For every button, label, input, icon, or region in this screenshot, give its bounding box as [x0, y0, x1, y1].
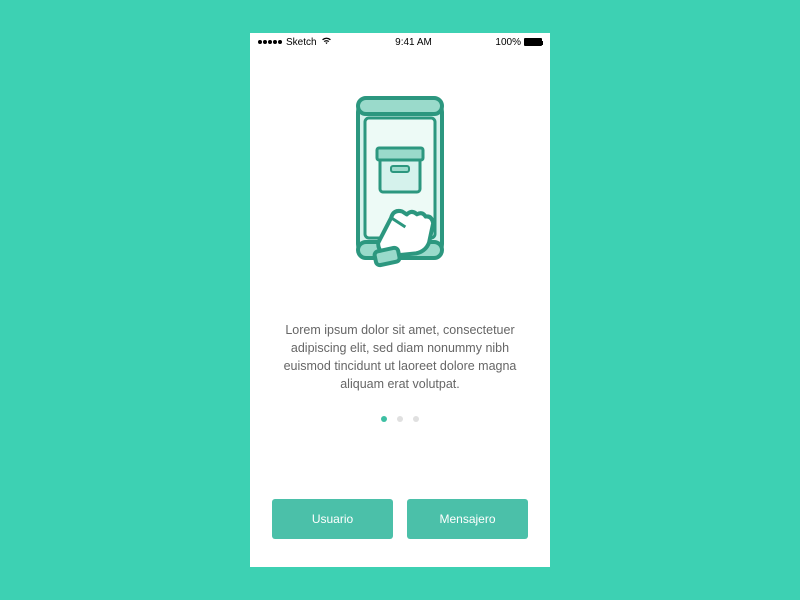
battery-percent: 100% [495, 37, 521, 48]
carrier-label: Sketch [286, 37, 317, 48]
wifi-icon [321, 36, 332, 48]
status-right: 100% [495, 37, 542, 48]
mensajero-button[interactable]: Mensajero [407, 499, 528, 539]
signal-dots-icon [258, 40, 282, 44]
status-left: Sketch [258, 36, 332, 48]
battery-icon [524, 38, 542, 46]
usuario-button[interactable]: Usuario [272, 499, 393, 539]
illustration-area [250, 51, 550, 321]
onboarding-screen: Sketch 9:41 AM 100% [250, 33, 550, 567]
onboarding-description: Lorem ipsum dolor sit amet, consectetuer… [250, 321, 550, 394]
phone-box-hand-icon [325, 86, 475, 286]
status-time: 9:41 AM [395, 37, 432, 48]
status-bar: Sketch 9:41 AM 100% [250, 33, 550, 51]
button-row: Usuario Mensajero [250, 499, 550, 567]
